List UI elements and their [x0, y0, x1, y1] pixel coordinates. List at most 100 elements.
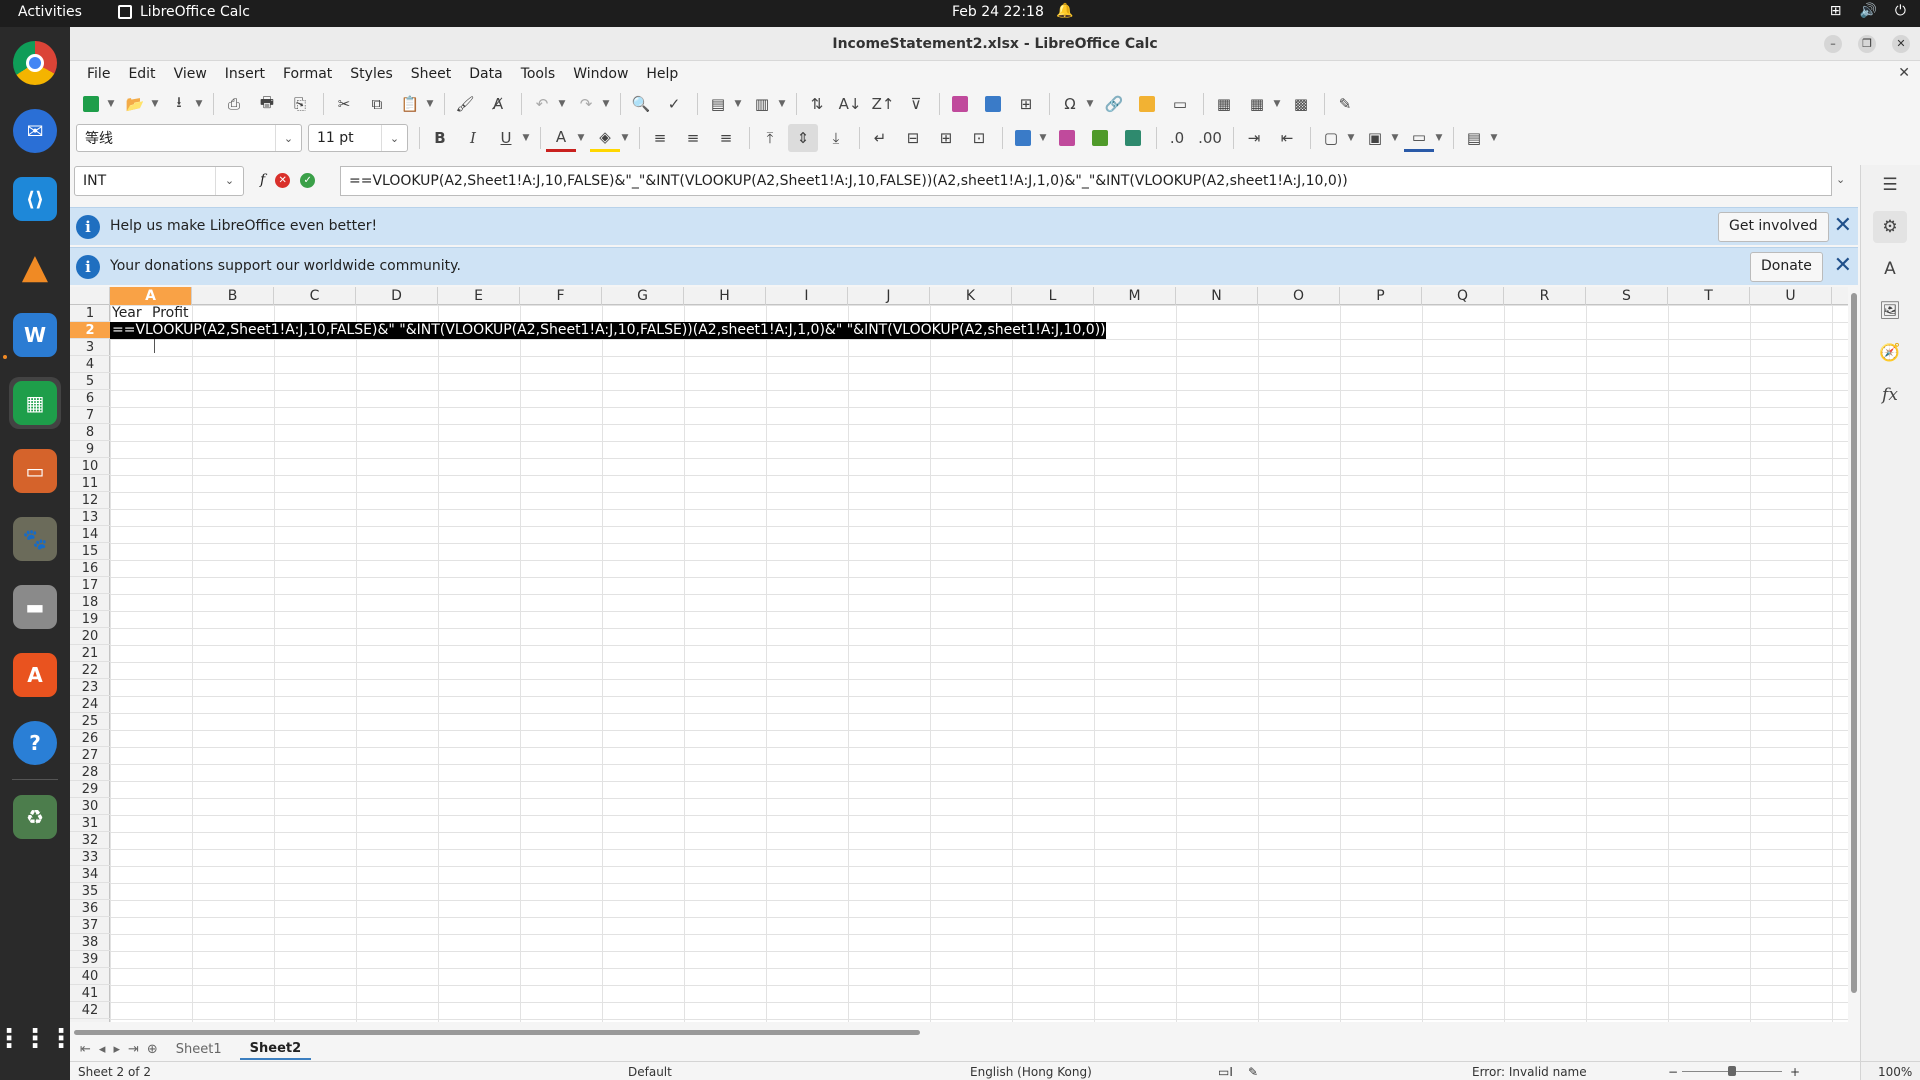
language[interactable]: English (Hong Kong) — [970, 1065, 1092, 1079]
chevron-down-icon[interactable]: ⌄ — [275, 125, 301, 151]
freeze-dropdown-icon[interactable]: ▼ — [1271, 90, 1283, 118]
copy-icon[interactable]: ⧉ — [362, 90, 392, 118]
row-header[interactable]: 23 — [70, 679, 110, 696]
row-header[interactable]: 28 — [70, 764, 110, 781]
font-size-combo[interactable]: 11 pt ⌄ — [308, 124, 408, 152]
tab-sheet2[interactable]: Sheet2 — [239, 1039, 312, 1060]
row-header[interactable]: 19 — [70, 611, 110, 628]
volume-icon[interactable]: 🔊 — [1859, 3, 1876, 19]
italic-icon[interactable]: I — [458, 124, 488, 152]
row-header[interactable]: 37 — [70, 917, 110, 934]
cancel-icon[interactable]: ✕ — [275, 172, 291, 188]
column-header[interactable]: C — [274, 287, 356, 305]
row-header[interactable]: 3 — [70, 339, 110, 356]
cell-b1[interactable]: Profit — [150, 305, 189, 322]
get-involved-button[interactable]: Get involved — [1718, 212, 1829, 242]
row-header[interactable]: 9 — [70, 441, 110, 458]
unmerge-cells-icon[interactable]: ⊡ — [964, 124, 994, 152]
zoom-slider-handle[interactable] — [1728, 1066, 1736, 1076]
formula-input[interactable]: ==VLOOKUP(A2,Sheet1!A:J,10,FALSE)&"_"&IN… — [340, 166, 1832, 196]
close-document-icon[interactable]: ✕ — [1898, 65, 1910, 81]
column-header[interactable]: U — [1750, 287, 1832, 305]
cell-area[interactable]: Year Profit ==VLOOKUP(A2,Sheet1!A:J,10,F… — [110, 305, 1848, 1022]
border-color-dropdown-icon[interactable]: ▼ — [1433, 124, 1445, 152]
paste-icon[interactable]: 📋 — [395, 90, 425, 118]
menu-data[interactable]: Data — [460, 66, 511, 82]
split-window-icon[interactable]: ▩ — [1286, 90, 1316, 118]
sort-icon[interactable]: ⇅ — [802, 90, 832, 118]
notification-bell-icon[interactable]: 🔔 — [1056, 3, 1073, 19]
conditional-format-icon[interactable]: ▤ — [1459, 124, 1489, 152]
row-header[interactable]: 42 — [70, 1002, 110, 1019]
row-header[interactable]: 12 — [70, 492, 110, 509]
clock[interactable]: Feb 24 22:18 — [952, 4, 1044, 20]
row-header[interactable]: 26 — [70, 730, 110, 747]
row-icon[interactable]: ▤ — [703, 90, 733, 118]
insert-chart-icon[interactable] — [978, 90, 1008, 118]
navigator-icon[interactable]: 🧭 — [1873, 337, 1907, 369]
row-header[interactable]: 33 — [70, 849, 110, 866]
row-header[interactable]: 27 — [70, 747, 110, 764]
print-icon[interactable]: 🖶 — [252, 90, 282, 118]
export-pdf-icon[interactable]: ⎙ — [219, 90, 249, 118]
row-header[interactable]: 21 — [70, 645, 110, 662]
row-header[interactable]: 1 — [70, 305, 110, 322]
border-style-dropdown-icon[interactable]: ▼ — [1389, 124, 1401, 152]
date-format-icon[interactable] — [1118, 124, 1148, 152]
row-header[interactable]: 30 — [70, 798, 110, 815]
comment-icon[interactable] — [1132, 90, 1162, 118]
special-character-icon[interactable]: Ω — [1055, 90, 1085, 118]
column-header[interactable]: F — [520, 287, 602, 305]
hyperlink-icon[interactable]: 🔗 — [1099, 90, 1129, 118]
sidebar-menu-icon[interactable]: ☰ — [1873, 169, 1907, 201]
currency-format-icon[interactable] — [1008, 124, 1038, 152]
row-header[interactable]: 8 — [70, 424, 110, 441]
font-color-dropdown-icon[interactable]: ▼ — [575, 124, 587, 152]
new-dropdown-icon[interactable]: ▼ — [105, 90, 117, 118]
select-all-corner[interactable] — [70, 287, 110, 305]
page-style[interactable]: Default — [628, 1065, 672, 1079]
row-header[interactable]: 36 — [70, 900, 110, 917]
menu-help[interactable]: Help — [637, 66, 687, 82]
menu-sheet[interactable]: Sheet — [402, 66, 460, 82]
dock-vscode[interactable]: ⟨⟩ — [9, 173, 61, 225]
font-name-combo[interactable]: 等线 ⌄ — [76, 124, 302, 152]
row-header[interactable]: 13 — [70, 509, 110, 526]
border-style-icon[interactable]: ▣ — [1360, 124, 1390, 152]
open-dropdown-icon[interactable]: ▼ — [149, 90, 161, 118]
menu-window[interactable]: Window — [564, 66, 637, 82]
row-header[interactable]: 20 — [70, 628, 110, 645]
highlight-dropdown-icon[interactable]: ▼ — [619, 124, 631, 152]
cell-a1[interactable]: Year — [110, 305, 142, 322]
last-sheet-icon[interactable]: ⇥ — [128, 1042, 139, 1057]
merge-cells-icon[interactable]: ⊞ — [931, 124, 961, 152]
functions-icon[interactable]: fx — [1873, 379, 1907, 411]
dock-help[interactable]: ? — [9, 717, 61, 769]
row-header[interactable]: 31 — [70, 815, 110, 832]
scroll-thumb[interactable] — [74, 1030, 920, 1035]
chevron-down-icon[interactable]: ⌄ — [215, 167, 243, 195]
new-icon[interactable] — [76, 90, 106, 118]
chevron-down-icon[interactable]: ⌄ — [381, 125, 407, 151]
title-bar[interactable]: IncomeStatement2.xlsx - LibreOffice Calc… — [70, 27, 1920, 61]
close-window-button[interactable]: ✕ — [1892, 35, 1910, 53]
close-icon[interactable]: ✕ — [1834, 214, 1852, 238]
increase-indent-icon[interactable]: ⇥ — [1239, 124, 1269, 152]
add-decimal-icon[interactable]: .0 — [1162, 124, 1192, 152]
clear-formatting-icon[interactable]: A̸ — [483, 90, 513, 118]
column-header[interactable]: J — [848, 287, 930, 305]
zoom-in-icon[interactable]: + — [1790, 1065, 1800, 1079]
menu-view[interactable]: View — [165, 66, 216, 82]
border-color-icon[interactable]: ▭ — [1404, 124, 1434, 152]
column-header[interactable]: R — [1504, 287, 1586, 305]
scroll-thumb[interactable] — [1851, 293, 1857, 993]
column-icon[interactable]: ▥ — [747, 90, 777, 118]
row-header[interactable]: 35 — [70, 883, 110, 900]
row-header[interactable]: 15 — [70, 543, 110, 560]
underline-icon[interactable]: U — [491, 124, 521, 152]
zoom-out-icon[interactable]: − — [1668, 1065, 1678, 1079]
row-header[interactable]: 34 — [70, 866, 110, 883]
freeze-rows-columns-icon[interactable]: ▦ — [1242, 90, 1272, 118]
pivot-table-icon[interactable]: ⊞ — [1011, 90, 1041, 118]
percent-format-icon[interactable] — [1052, 124, 1082, 152]
